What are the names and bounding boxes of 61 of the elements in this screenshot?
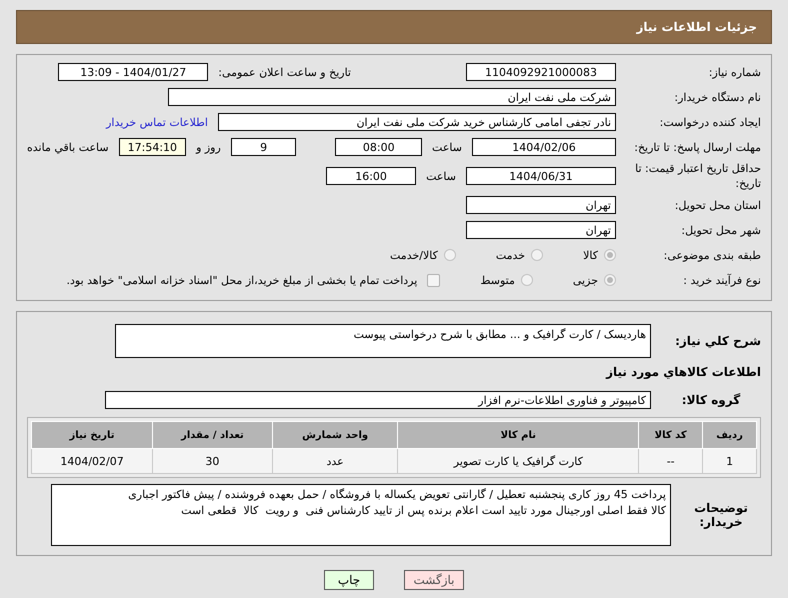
field-label: استان محل تحویل: bbox=[674, 198, 761, 212]
city-field[interactable]: تهران bbox=[466, 221, 616, 239]
field-label: مهلت ارسال پاسخ: تا تاریخ: bbox=[633, 140, 761, 154]
column-header: نام کالا bbox=[398, 422, 639, 448]
column-header: واحد شمارش bbox=[272, 422, 398, 448]
table-cell: 30 bbox=[152, 448, 272, 474]
field-label: نوع فرآیند خرید : bbox=[682, 272, 761, 288]
column-header: تعداد / مقدار bbox=[152, 422, 272, 448]
column-header: ردیف bbox=[702, 422, 756, 448]
buyer-contact-link[interactable]: اطلاعات تماس خریدار bbox=[106, 116, 208, 128]
section-heading: اطلاعات کالاهاي مورد نیاز bbox=[606, 365, 761, 379]
days-label: روز و bbox=[196, 140, 221, 154]
need-number-field[interactable]: 1104092921000083 bbox=[466, 63, 616, 81]
field-label: توضیحات خریدار: bbox=[693, 501, 749, 529]
remaining-time-field[interactable]: 17:54:10 bbox=[118, 138, 186, 156]
radio-button[interactable] bbox=[604, 249, 616, 261]
page-title: جزئیات اطلاعات نیاز bbox=[16, 10, 772, 44]
field-label: گروه کالا: bbox=[680, 393, 742, 407]
deadline-date-field[interactable]: 1404/02/06 bbox=[472, 138, 616, 156]
print-button[interactable]: چاپ bbox=[324, 570, 374, 590]
radio-button[interactable] bbox=[531, 249, 544, 261]
table-cell: 1 bbox=[702, 448, 756, 474]
radio-button[interactable] bbox=[604, 274, 616, 286]
table-cell: -- bbox=[638, 448, 703, 474]
back-button[interactable]: بازگشت bbox=[404, 570, 464, 590]
radio-label: کالا/خدمت bbox=[390, 248, 438, 262]
radio-button[interactable] bbox=[520, 274, 533, 286]
creator-field[interactable]: نادر تجفی امامی کارشناس خرید شرکت ملی نفت ایران bbox=[218, 113, 616, 131]
validity-date-field[interactable]: 1404/06/31 bbox=[466, 167, 616, 185]
table-cell: 1404/02/07 bbox=[32, 448, 153, 474]
announce-date-field[interactable]: 1404/01/27 - 13:09 bbox=[58, 63, 208, 81]
field-label: شهر محل تحویل: bbox=[680, 222, 761, 238]
table-cell: عدد bbox=[272, 448, 398, 474]
field-label: ایجاد کننده درخواست: bbox=[658, 114, 761, 130]
column-header: تاریخ نیاز bbox=[32, 422, 153, 448]
payment-note: پرداخت تمام یا بخشی از مبلغ خرید،از محل "اسناد خزانه اسلامی" خواهد بود. bbox=[66, 274, 418, 286]
radio-label: خدمت bbox=[496, 248, 526, 262]
time-label: ساعت bbox=[426, 170, 456, 182]
buyer-notes-field[interactable]: پرداخت 45 روز کاری پنجشنبه تعطیل / گارانتی تعویض یکساله با فروشگاه / حمل بعهده فروشنده / پیش فاکتور اجباری کالا فقط اصلی اورجینال مورد تایید است اعلام برنده پس از تایید کارشناس فنی و رویت کالا قطعی است bbox=[51, 484, 671, 546]
province-field[interactable]: تهران bbox=[466, 196, 616, 214]
field-label: نام دستگاه خریدار: bbox=[673, 90, 761, 104]
time-label: ساعت bbox=[432, 140, 462, 154]
field-label: شماره نیاز: bbox=[708, 64, 761, 80]
radio-label: متوسط bbox=[480, 274, 515, 286]
buyer-field[interactable]: شرکت ملی نفت ایران bbox=[168, 88, 616, 106]
field-label: طبقه بندی موضوعی: bbox=[662, 248, 761, 262]
deadline-time-field[interactable]: 08:00 bbox=[335, 138, 422, 156]
field-label: حداقل تاریخ اعتبار قیمت: تا تاریخ: bbox=[634, 161, 761, 191]
description-field[interactable]: هاردیسک / کارت گرافیک و ... مطابق با شرح درخواستی پیوست bbox=[115, 324, 651, 358]
remaining-label: ساعت باقي مانده bbox=[27, 140, 109, 154]
days-field[interactable]: 9 bbox=[230, 138, 296, 156]
checkbox[interactable] bbox=[427, 274, 440, 286]
radio-button[interactable] bbox=[444, 249, 456, 261]
radio-label: کالا bbox=[583, 248, 598, 262]
field-label: تاریخ و ساعت اعلان عمومی: bbox=[218, 66, 351, 78]
validity-time-field[interactable]: 16:00 bbox=[326, 167, 416, 185]
column-header: کد کالا bbox=[638, 422, 703, 448]
goods-group-field[interactable]: کامپیوتر و فناوری اطلاعات-نرم افزار bbox=[105, 391, 651, 409]
field-label: شرح کلي نیاز: bbox=[674, 334, 761, 348]
table-cell: کارت گرافیک یا کارت تصویر bbox=[398, 448, 639, 474]
radio-label: جزیی bbox=[572, 274, 598, 286]
